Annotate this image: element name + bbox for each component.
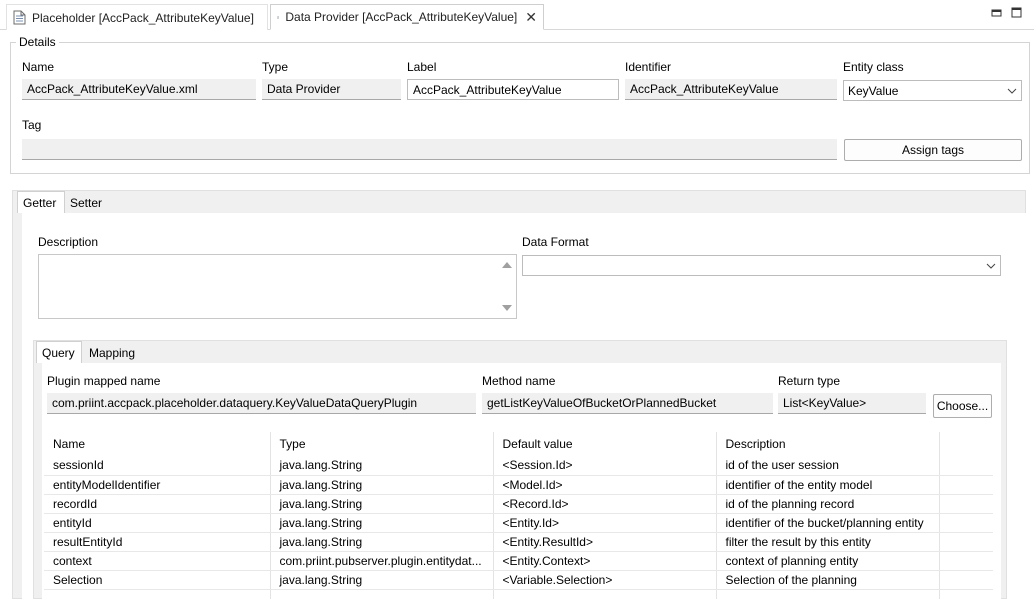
- cell-filler: [939, 532, 993, 552]
- cell-description[interactable]: filter the result by this entity: [716, 532, 940, 552]
- cell-default-value[interactable]: <Record.Id>: [493, 494, 717, 514]
- cell-filler: [939, 570, 993, 590]
- cell-filler: [939, 475, 993, 495]
- chevron-down-icon: [1007, 88, 1017, 94]
- cell-type[interactable]: java.lang.String: [270, 475, 494, 495]
- details-group-label: Details: [16, 35, 59, 49]
- tab-mapping[interactable]: Mapping: [84, 342, 142, 363]
- cell-default-value[interactable]: <Entity.Context>: [493, 551, 717, 571]
- minimize-icon[interactable]: [991, 7, 1003, 19]
- cell-type[interactable]: java.lang.String: [270, 532, 494, 552]
- table-row[interactable]: recordId java.lang.String <Record.Id> id of…: [44, 494, 993, 514]
- cell-name[interactable]: entityId: [44, 513, 271, 533]
- cell-name[interactable]: context: [44, 551, 271, 571]
- cell-filler: [939, 513, 993, 533]
- tab-setter[interactable]: Setter: [65, 192, 107, 213]
- scroll-down-arrow-icon[interactable]: [502, 304, 512, 312]
- name-label: Name: [22, 60, 55, 74]
- description-label: Description: [38, 235, 99, 249]
- cell-type[interactable]: java.lang.String: [270, 494, 494, 514]
- cell-empty: [270, 589, 494, 599]
- cell-description[interactable]: id of the planning record: [716, 494, 940, 514]
- cell-default-value[interactable]: <Variable.Selection>: [493, 570, 717, 590]
- return-type-label: Return type: [778, 374, 841, 388]
- maximize-icon[interactable]: [1011, 7, 1023, 19]
- cell-type[interactable]: java.lang.String: [270, 513, 494, 533]
- cell-empty: [939, 589, 993, 599]
- identifier-field[interactable]: AccPack_AttributeKeyValue: [625, 79, 837, 100]
- column-header-name[interactable]: Name: [44, 432, 271, 456]
- chevron-down-icon: [986, 263, 996, 269]
- entity-class-label: Entity class: [843, 60, 904, 74]
- file-icon: [13, 10, 26, 25]
- return-type-field[interactable]: List<KeyValue>: [778, 393, 926, 414]
- tag-label: Tag: [22, 118, 42, 132]
- file-icon: [277, 15, 280, 19]
- tab-getter[interactable]: Getter: [17, 191, 65, 213]
- cell-empty: [716, 589, 940, 599]
- table-row[interactable]: sessionId java.lang.String <Session.Id> id …: [44, 456, 993, 476]
- cell-type[interactable]: com.priint.pubserver.plugin.entitydat...: [270, 551, 494, 571]
- editor-tab-placeholder[interactable]: Placeholder [AccPack_AttributeKeyValue]: [6, 4, 268, 30]
- cell-description[interactable]: identifier of the entity model: [716, 475, 940, 495]
- table-row-empty: [44, 589, 993, 599]
- data-format-label: Data Format: [522, 235, 589, 249]
- cell-description[interactable]: id of the user session: [716, 456, 940, 476]
- table-row[interactable]: context com.priint.pubserver.plugin.entit…: [44, 551, 993, 571]
- column-header-filler: [939, 432, 993, 456]
- editor-tab-label: Data Provider [AccPack_AttributeKeyValue…: [285, 10, 518, 24]
- column-header-description[interactable]: Description: [716, 432, 940, 456]
- cell-empty: [44, 589, 271, 599]
- parameters-table-container: Name Type Default value Description sess…: [44, 432, 993, 599]
- column-header-default-value[interactable]: Default value: [493, 432, 717, 456]
- cell-default-value[interactable]: <Model.Id>: [493, 475, 717, 495]
- method-name-field[interactable]: getListKeyValueOfBucketOrPlannedBucket: [482, 393, 773, 414]
- close-icon[interactable]: ✕: [525, 9, 537, 26]
- cell-description[interactable]: context of planning entity: [716, 551, 940, 571]
- cell-filler: [939, 494, 993, 514]
- cell-name[interactable]: recordId: [44, 494, 271, 514]
- cell-type[interactable]: java.lang.String: [270, 456, 494, 476]
- editor-tab-label: Placeholder [AccPack_AttributeKeyValue]: [32, 10, 254, 25]
- method-name-label: Method name: [482, 374, 556, 388]
- entity-class-value: KeyValue: [848, 83, 899, 98]
- cell-empty: [493, 589, 717, 599]
- table-row[interactable]: entityId java.lang.String <Entity.Id> ident…: [44, 513, 993, 533]
- entity-class-select[interactable]: KeyValue: [843, 80, 1022, 101]
- tag-field[interactable]: [22, 139, 837, 160]
- editor-tab-data-provider[interactable]: Data Provider [AccPack_AttributeKeyValue…: [270, 4, 544, 30]
- data-format-select[interactable]: [522, 255, 1001, 276]
- cell-default-value[interactable]: <Entity.Id>: [493, 513, 717, 533]
- type-label: Type: [262, 60, 289, 74]
- name-field[interactable]: AccPack_AttributeKeyValue.xml: [22, 79, 256, 100]
- scroll-up-arrow-icon[interactable]: [502, 261, 512, 269]
- cell-filler: [939, 551, 993, 571]
- type-field[interactable]: Data Provider: [262, 79, 401, 100]
- description-textarea[interactable]: [38, 254, 517, 319]
- cell-name[interactable]: sessionId: [44, 456, 271, 476]
- choose-button[interactable]: Choose...: [933, 394, 992, 418]
- table-row[interactable]: resultEntityId java.lang.String <Entity.Re…: [44, 532, 993, 552]
- label-label: Label: [407, 60, 437, 74]
- parameters-table: Name Type Default value Description sess…: [44, 432, 993, 599]
- column-header-type[interactable]: Type: [270, 432, 494, 456]
- plugin-mapped-name-label: Plugin mapped name: [47, 374, 161, 388]
- cell-name[interactable]: entityModelIdentifier: [44, 475, 271, 495]
- tab-query[interactable]: Query: [36, 341, 82, 363]
- cell-filler: [939, 456, 993, 476]
- label-input[interactable]: AccPack_AttributeKeyValue: [407, 79, 619, 100]
- cell-type[interactable]: java.lang.String: [270, 570, 494, 590]
- table-row[interactable]: entityModelIdentifier java.lang.String <Mo…: [44, 475, 993, 495]
- cell-description[interactable]: Selection of the planning: [716, 570, 940, 590]
- cell-name[interactable]: resultEntityId: [44, 532, 271, 552]
- cell-default-value[interactable]: <Session.Id>: [493, 456, 717, 476]
- cell-default-value[interactable]: <Entity.ResultId>: [493, 532, 717, 552]
- identifier-label: Identifier: [625, 60, 672, 74]
- cell-name[interactable]: Selection: [44, 570, 271, 590]
- plugin-mapped-name-field[interactable]: com.priint.accpack.placeholder.dataquery…: [47, 393, 476, 414]
- cell-description[interactable]: identifier of the bucket/planning entity: [716, 513, 940, 533]
- table-row[interactable]: Selection java.lang.String <Variable.Selec…: [44, 570, 993, 590]
- table-header-row: Name Type Default value Description: [44, 432, 993, 456]
- assign-tags-button[interactable]: Assign tags: [844, 139, 1022, 161]
